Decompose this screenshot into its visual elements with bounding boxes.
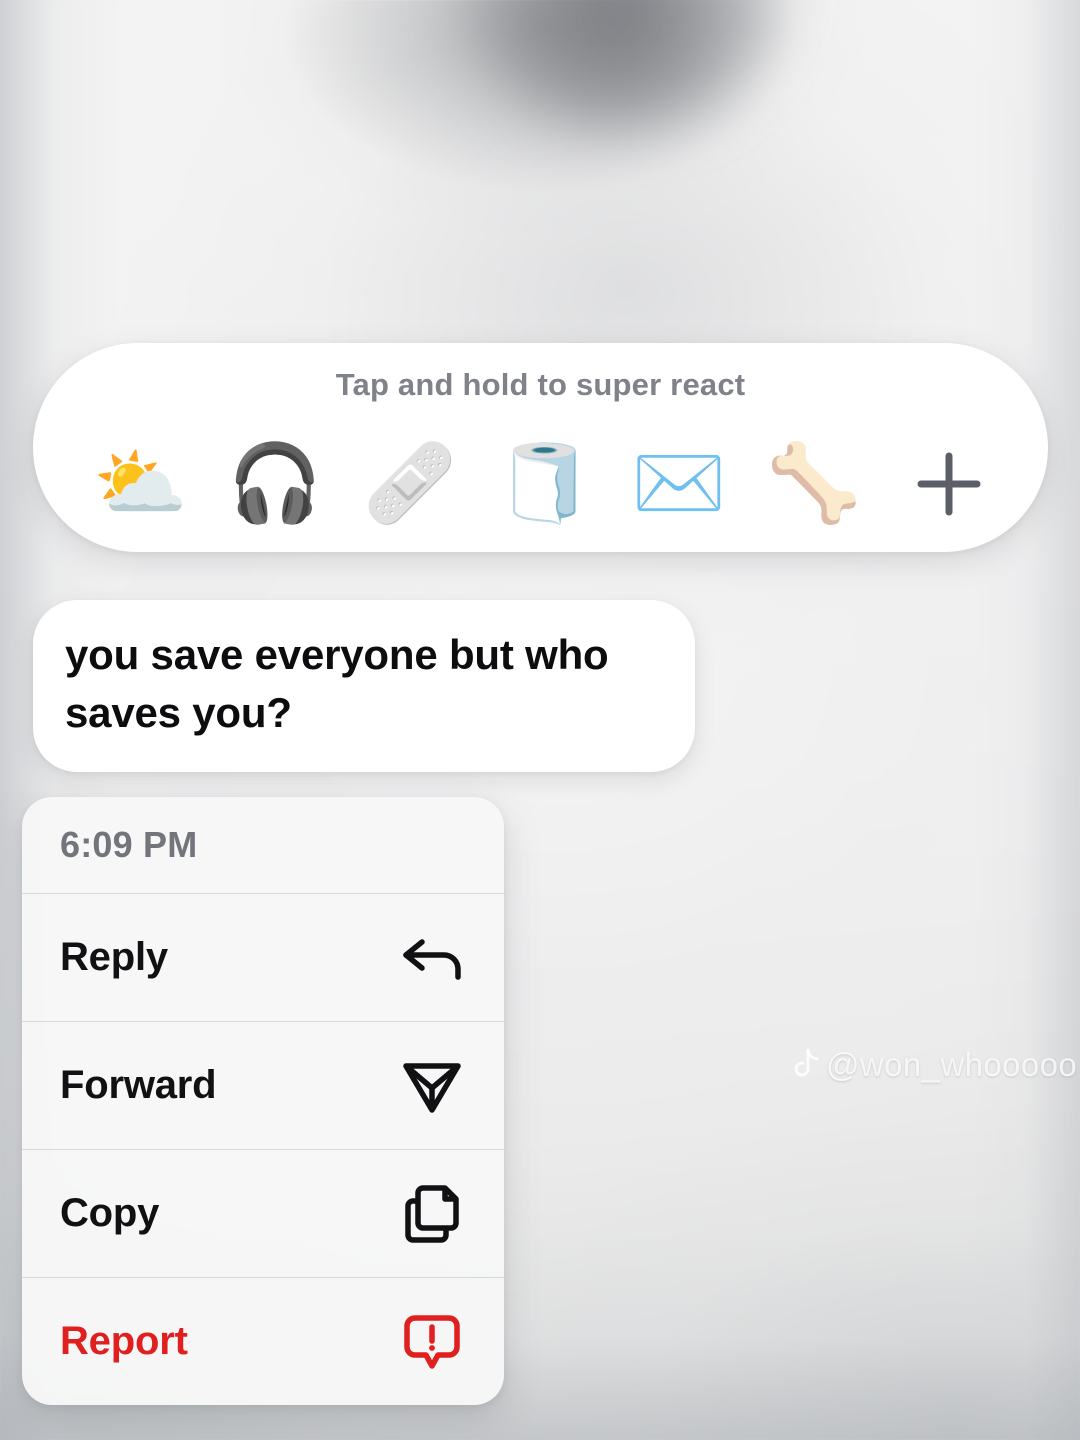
message-timestamp: 6:09 PM bbox=[60, 824, 198, 865]
paper-plane-icon bbox=[396, 1057, 468, 1115]
menu-item-label: Reply bbox=[60, 935, 168, 979]
tiktok-handle: @won_whooooo bbox=[826, 1046, 1078, 1083]
plus-icon bbox=[911, 446, 987, 522]
adhesive-bandage-emoji[interactable]: 🩹 bbox=[342, 446, 477, 522]
menu-item-reply[interactable]: Reply bbox=[22, 893, 504, 1021]
add-reaction-button[interactable] bbox=[881, 446, 1016, 522]
roll-of-paper-emoji[interactable]: 🧻 bbox=[477, 446, 612, 522]
headphone-emoji[interactable]: 🎧 bbox=[208, 446, 343, 522]
menu-item-report[interactable]: Report bbox=[22, 1277, 504, 1405]
menu-item-forward[interactable]: Forward bbox=[22, 1021, 504, 1149]
menu-item-label: Report bbox=[60, 1319, 188, 1363]
copy-documents-icon bbox=[396, 1183, 468, 1245]
tiktok-note-icon bbox=[790, 1048, 820, 1082]
tiktok-watermark: @won_whooooo bbox=[790, 1046, 1077, 1084]
envelope-emoji[interactable]: ✉️ bbox=[612, 446, 747, 522]
reply-arrow-icon bbox=[396, 930, 468, 986]
reaction-emoji-row: ⛅ 🎧 🩹 🧻 ✉️ 🦴 bbox=[73, 429, 1016, 539]
sun-behind-cloud-emoji[interactable]: ⛅ bbox=[73, 446, 208, 522]
menu-item-label: Copy bbox=[60, 1191, 160, 1235]
reaction-hint-text: Tap and hold to super react bbox=[335, 367, 746, 402]
reaction-bar: Tap and hold to super react ⛅ 🎧 🩹 🧻 ✉️ 🦴 bbox=[33, 343, 1048, 552]
background-vignette-right bbox=[970, 0, 1080, 1440]
screenshot-root: Tap and hold to super react ⛅ 🎧 🩹 🧻 ✉️ 🦴 bbox=[0, 0, 1080, 1440]
menu-item-label: Forward bbox=[60, 1063, 217, 1107]
menu-item-copy[interactable]: Copy bbox=[22, 1149, 504, 1277]
exclamation-bubble-icon bbox=[396, 1312, 468, 1372]
message-context-menu: 6:09 PM Reply Forward Copy Report bbox=[22, 797, 504, 1405]
message-text: you save everyone but who saves you? bbox=[65, 631, 609, 736]
message-bubble[interactable]: you save everyone but who saves you? bbox=[33, 600, 695, 772]
bone-emoji[interactable]: 🦴 bbox=[747, 446, 882, 522]
